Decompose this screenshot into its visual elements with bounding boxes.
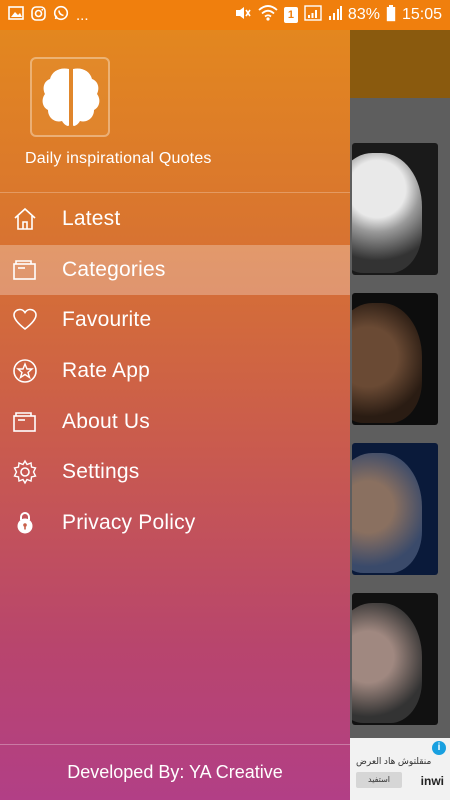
status-left: ... [8,5,89,25]
ad-text: منقلتوش هاد العرض [356,756,432,766]
heart-icon [0,308,62,332]
folder-icon [0,411,62,433]
ad-info-icon[interactable]: i [432,741,446,755]
menu-item-privacy-policy[interactable]: Privacy Policy [0,498,350,549]
menu-item-settings[interactable]: Settings [0,447,350,498]
menu-label: About Us [62,409,150,433]
menu-label: Rate App [62,359,150,383]
menu-item-favourite[interactable]: Favourite [0,295,350,346]
quote-card[interactable] [352,143,438,275]
whatsapp-icon [53,5,69,25]
quote-card[interactable] [352,293,438,425]
menu-item-rate-app[interactable]: Rate App [0,346,350,397]
signal-bars-icon [328,5,342,25]
app-title: Daily inspirational Quotes [25,150,212,167]
wifi-icon [258,5,278,25]
menu-label: Privacy Policy [62,510,196,534]
battery-icon [386,4,396,26]
lock-icon [0,510,62,536]
status-right: 1 83% 15:05 [234,4,442,26]
drawer-header: Daily inspirational Quotes [0,30,350,193]
ad-cta-button[interactable]: استفيد [356,772,402,788]
ad-brand-logo: inwi [420,774,444,788]
home-icon [0,207,62,231]
mute-icon [234,5,252,25]
brain-icon [42,68,100,126]
signal-icon [304,5,322,25]
navigation-drawer: Daily inspirational Quotes Latest Catego… [0,30,350,800]
gear-icon [0,459,62,485]
quote-card[interactable] [352,443,438,575]
battery-percent: 83% [347,6,380,23]
menu-item-categories[interactable]: Categories [0,244,350,296]
menu-label: Latest [62,207,121,231]
menu-label: Categories [62,257,166,281]
developer-credit: Developed By: YA Creative [0,744,350,800]
menu-item-latest[interactable]: Latest [0,194,350,245]
status-more: ... [76,6,89,24]
ad-banner[interactable]: i منقلتوش هاد العرض استفيد inwi [350,738,450,800]
sim-badge: 1 [283,7,298,23]
app-logo [30,57,110,137]
menu-label: Settings [62,460,140,484]
drawer-menu: Latest Categories Favourite Rate App Abo… [0,194,350,548]
menu-label: Favourite [62,308,152,332]
gallery-icon [8,6,24,24]
instagram-icon [31,5,46,25]
star-icon [0,358,62,384]
clock: 15:05 [401,6,442,23]
menu-item-about-us[interactable]: About Us [0,396,350,447]
quote-card[interactable] [352,593,438,725]
folder-icon [0,259,62,281]
status-bar: ... 1 83% 15:05 [0,0,450,30]
